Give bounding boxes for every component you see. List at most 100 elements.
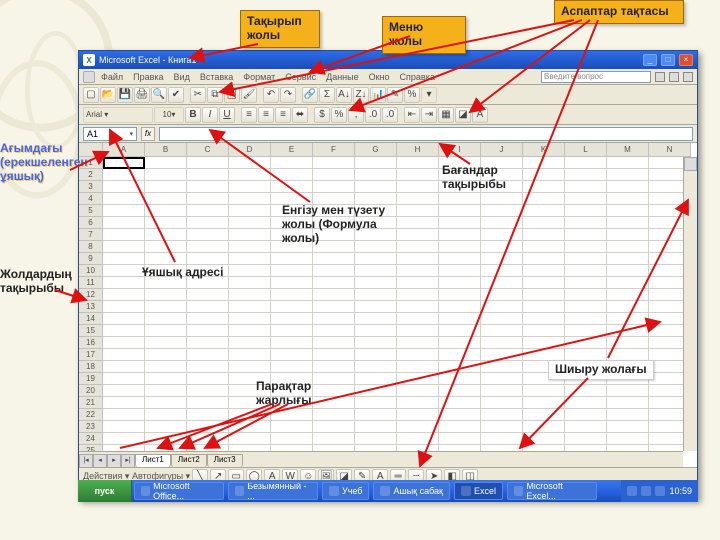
cell[interactable] — [145, 325, 187, 337]
cell[interactable] — [355, 361, 397, 373]
cell[interactable] — [523, 253, 565, 265]
cell[interactable] — [229, 325, 271, 337]
cell[interactable] — [607, 289, 649, 301]
cell[interactable] — [145, 313, 187, 325]
column-header[interactable]: C — [187, 143, 229, 157]
cell[interactable] — [313, 193, 355, 205]
cell[interactable] — [187, 325, 229, 337]
cell[interactable] — [649, 181, 683, 193]
cell[interactable] — [187, 157, 229, 169]
cell[interactable] — [607, 433, 649, 445]
cell[interactable] — [313, 289, 355, 301]
cell[interactable] — [355, 217, 397, 229]
cell[interactable] — [145, 301, 187, 313]
cell[interactable] — [187, 277, 229, 289]
taskbar-item-6[interactable]: Microsoft Excel... — [507, 482, 597, 500]
cell[interactable] — [523, 385, 565, 397]
cell[interactable] — [649, 421, 683, 433]
row-header[interactable]: 22 — [79, 409, 103, 421]
cell[interactable] — [481, 337, 523, 349]
save-icon[interactable]: 💾 — [117, 87, 133, 103]
cell[interactable] — [397, 337, 439, 349]
cell[interactable] — [313, 349, 355, 361]
cell[interactable] — [523, 337, 565, 349]
cell[interactable] — [607, 229, 649, 241]
cell[interactable] — [607, 277, 649, 289]
cell[interactable] — [397, 265, 439, 277]
column-header[interactable]: A — [103, 143, 145, 157]
cell[interactable] — [439, 253, 481, 265]
cell[interactable] — [271, 205, 313, 217]
cell[interactable] — [523, 217, 565, 229]
menu-format[interactable]: Формат — [239, 72, 279, 82]
cell[interactable] — [229, 349, 271, 361]
cell[interactable] — [397, 277, 439, 289]
cell[interactable] — [355, 409, 397, 421]
cell[interactable] — [355, 337, 397, 349]
row-header[interactable]: 14 — [79, 313, 103, 325]
row-header[interactable]: 13 — [79, 301, 103, 313]
cell[interactable] — [565, 409, 607, 421]
cell[interactable] — [313, 397, 355, 409]
menu-data[interactable]: Данные — [322, 72, 363, 82]
column-header[interactable]: K — [523, 143, 565, 157]
cell[interactable] — [229, 337, 271, 349]
cell[interactable] — [397, 253, 439, 265]
cell[interactable] — [523, 205, 565, 217]
cell[interactable] — [565, 253, 607, 265]
cell[interactable] — [145, 289, 187, 301]
cell[interactable] — [607, 409, 649, 421]
cell[interactable] — [481, 253, 523, 265]
cell[interactable] — [649, 277, 683, 289]
menu-view[interactable]: Вид — [170, 72, 194, 82]
cell[interactable] — [355, 169, 397, 181]
cell[interactable] — [271, 301, 313, 313]
cell[interactable] — [439, 181, 481, 193]
cell[interactable] — [187, 385, 229, 397]
cell[interactable] — [607, 385, 649, 397]
cell[interactable] — [607, 325, 649, 337]
taskbar-item-3[interactable]: Учеб — [322, 482, 369, 500]
cell[interactable] — [229, 289, 271, 301]
cell[interactable] — [523, 301, 565, 313]
row-header[interactable]: 7 — [79, 229, 103, 241]
cell[interactable] — [313, 217, 355, 229]
decrease-decimal-icon[interactable]: .0 — [382, 107, 398, 123]
cell[interactable] — [397, 193, 439, 205]
menu-insert[interactable]: Вставка — [196, 72, 237, 82]
print-preview-icon[interactable]: 🔍 — [151, 87, 167, 103]
cell[interactable] — [187, 337, 229, 349]
cell[interactable] — [481, 421, 523, 433]
cell[interactable] — [397, 313, 439, 325]
cell[interactable] — [523, 181, 565, 193]
cell[interactable] — [187, 181, 229, 193]
cell[interactable] — [439, 241, 481, 253]
cell[interactable] — [565, 289, 607, 301]
column-header[interactable]: B — [145, 143, 187, 157]
row-header[interactable]: 1 — [79, 157, 103, 169]
cell[interactable] — [439, 157, 481, 169]
cell[interactable] — [355, 433, 397, 445]
cell[interactable] — [397, 229, 439, 241]
cell[interactable] — [523, 397, 565, 409]
cell[interactable] — [397, 421, 439, 433]
cell[interactable] — [271, 397, 313, 409]
cell[interactable] — [355, 205, 397, 217]
cell[interactable] — [481, 217, 523, 229]
cell[interactable] — [565, 205, 607, 217]
cell[interactable] — [313, 169, 355, 181]
cell[interactable] — [229, 265, 271, 277]
cell[interactable] — [523, 193, 565, 205]
cell[interactable] — [355, 385, 397, 397]
scroll-up-icon[interactable] — [684, 157, 697, 171]
cell[interactable] — [439, 337, 481, 349]
cells-area[interactable] — [103, 157, 683, 451]
taskbar-item-2[interactable]: Безымянный - ... — [228, 482, 318, 500]
comma-icon[interactable]: , — [348, 107, 364, 123]
cell[interactable] — [313, 205, 355, 217]
tray-icon[interactable] — [641, 486, 651, 496]
cell[interactable] — [103, 373, 145, 385]
cell[interactable] — [103, 325, 145, 337]
font-color-icon[interactable]: A — [472, 107, 488, 123]
cell[interactable] — [229, 169, 271, 181]
